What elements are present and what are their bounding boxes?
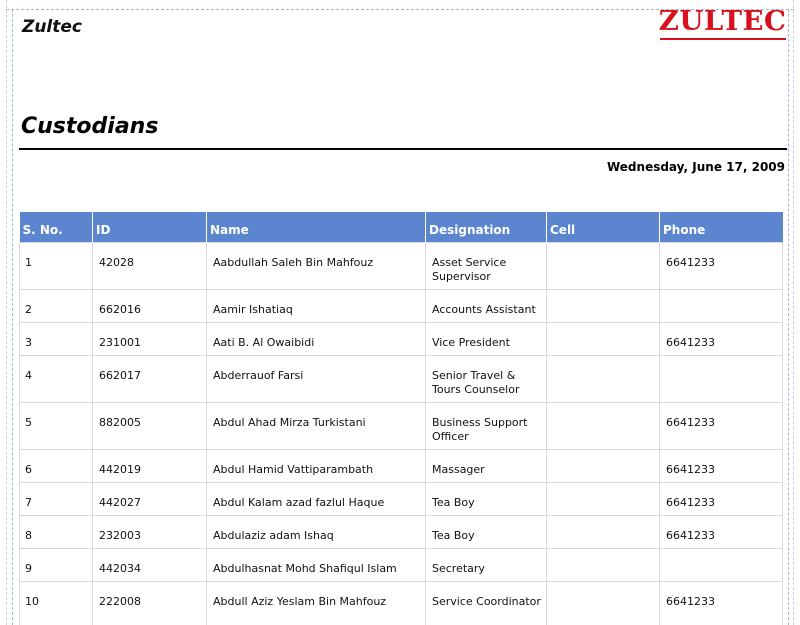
title-divider: [19, 148, 787, 150]
cell-id: 232003: [92, 515, 207, 549]
cell-sno: 10: [19, 581, 93, 625]
cell-sno: 9: [19, 548, 93, 582]
cell-cell: [546, 242, 660, 290]
page-margin-guide-left-outer: [6, 0, 7, 625]
cell-phone: 6641233: [659, 449, 783, 483]
cell-sno: 4: [19, 355, 93, 403]
cell-id: 42028: [92, 242, 207, 290]
cell-designation: Tea Boy: [425, 515, 547, 549]
page-margin-guide-right-outer: [793, 0, 794, 625]
cell-id: 442027: [92, 482, 207, 516]
cell-designation: Vice President: [425, 322, 547, 356]
cell-designation: Accounts Assistant: [425, 289, 547, 323]
cell-cell: [546, 355, 660, 403]
cell-sno: 1: [19, 242, 93, 290]
cell-phone: [659, 289, 783, 323]
cell-sno: 5: [19, 402, 93, 450]
cell-phone: [659, 355, 783, 403]
company-logo: ZULTEC: [658, 6, 787, 37]
cell-sno: 6: [19, 449, 93, 483]
page-margin-guide-left: [12, 9, 13, 625]
table-row: 7 442027 Abdul Kalam azad fazlul Haque T…: [19, 482, 783, 516]
cell-id: 662017: [92, 355, 207, 403]
report-title: Custodians: [21, 114, 159, 139]
cell-phone: 6641233: [659, 402, 783, 450]
cell-name: Abdul Ahad Mirza Turkistani: [206, 402, 426, 450]
cell-designation: Asset Service Supervisor: [425, 242, 547, 290]
cell-sno: 8: [19, 515, 93, 549]
cell-cell: [546, 289, 660, 323]
cell-name: Abdul Kalam azad fazlul Haque: [206, 482, 426, 516]
cell-id: 662016: [92, 289, 207, 323]
cell-cell: [546, 402, 660, 450]
cell-id: 222008: [92, 581, 207, 625]
cell-name: Abdulaziz adam Ishaq: [206, 515, 426, 549]
cell-cell: [546, 515, 660, 549]
cell-name: Aamir Ishatiaq: [206, 289, 426, 323]
cell-id: 231001: [92, 322, 207, 356]
cell-designation: Service Coordinator: [425, 581, 547, 625]
logo-underline: [660, 38, 786, 40]
cell-id: 882005: [92, 402, 207, 450]
cell-sno: 7: [19, 482, 93, 516]
table-row: 6 442019 Abdul Hamid Vattiparambath Mass…: [19, 449, 783, 483]
custodians-table: S. No. ID Name Designation Cell Phone 1 …: [19, 212, 783, 625]
column-header-cell: Cell: [546, 212, 660, 243]
table-row: 5 882005 Abdul Ahad Mirza Turkistani Bus…: [19, 402, 783, 450]
column-header-designation: Designation: [425, 212, 547, 243]
cell-name: Aabdullah Saleh Bin Mahfouz: [206, 242, 426, 290]
cell-phone: 6641233: [659, 515, 783, 549]
cell-phone: [659, 548, 783, 582]
table-row: 3 231001 Aati B. Al Owaibidi Vice Presid…: [19, 322, 783, 356]
table-header-row: S. No. ID Name Designation Cell Phone: [19, 212, 783, 243]
cell-phone: 6641233: [659, 322, 783, 356]
cell-cell: [546, 322, 660, 356]
cell-phone: 6641233: [659, 482, 783, 516]
cell-name: Abderrauof Farsi: [206, 355, 426, 403]
cell-cell: [546, 548, 660, 582]
column-header-name: Name: [206, 212, 426, 243]
cell-cell: [546, 449, 660, 483]
page-margin-guide-right: [788, 9, 789, 625]
column-header-phone: Phone: [659, 212, 783, 243]
table-row: 4 662017 Abderrauof Farsi Senior Travel …: [19, 355, 783, 403]
column-header-sno: S. No.: [19, 212, 93, 243]
cell-phone: 6641233: [659, 581, 783, 625]
cell-name: Aati B. Al Owaibidi: [206, 322, 426, 356]
cell-designation: Secretary: [425, 548, 547, 582]
cell-sno: 3: [19, 322, 93, 356]
report-date: Wednesday, June 17, 2009: [606, 160, 785, 174]
table-row: 10 222008 Abdull Aziz Yeslam Bin Mahfouz…: [19, 581, 783, 625]
cell-id: 442034: [92, 548, 207, 582]
cell-designation: Business Support Officer: [425, 402, 547, 450]
cell-id: 442019: [92, 449, 207, 483]
cell-designation: Massager: [425, 449, 547, 483]
cell-cell: [546, 482, 660, 516]
cell-sno: 2: [19, 289, 93, 323]
column-header-id: ID: [92, 212, 207, 243]
cell-name: Abdul Hamid Vattiparambath: [206, 449, 426, 483]
table-row: 2 662016 Aamir Ishatiaq Accounts Assista…: [19, 289, 783, 323]
cell-designation: Senior Travel & Tours Counselor: [425, 355, 547, 403]
table-row: 1 42028 Aabdullah Saleh Bin Mahfouz Asse…: [19, 242, 783, 290]
table-row: 9 442034 Abdulhasnat Mohd Shafiqul Islam…: [19, 548, 783, 582]
company-name: Zultec: [22, 17, 82, 37]
cell-name: Abdull Aziz Yeslam Bin Mahfouz: [206, 581, 426, 625]
table-row: 8 232003 Abdulaziz adam Ishaq Tea Boy 66…: [19, 515, 783, 549]
cell-name: Abdulhasnat Mohd Shafiqul Islam: [206, 548, 426, 582]
cell-phone: 6641233: [659, 242, 783, 290]
cell-designation: Tea Boy: [425, 482, 547, 516]
cell-cell: [546, 581, 660, 625]
